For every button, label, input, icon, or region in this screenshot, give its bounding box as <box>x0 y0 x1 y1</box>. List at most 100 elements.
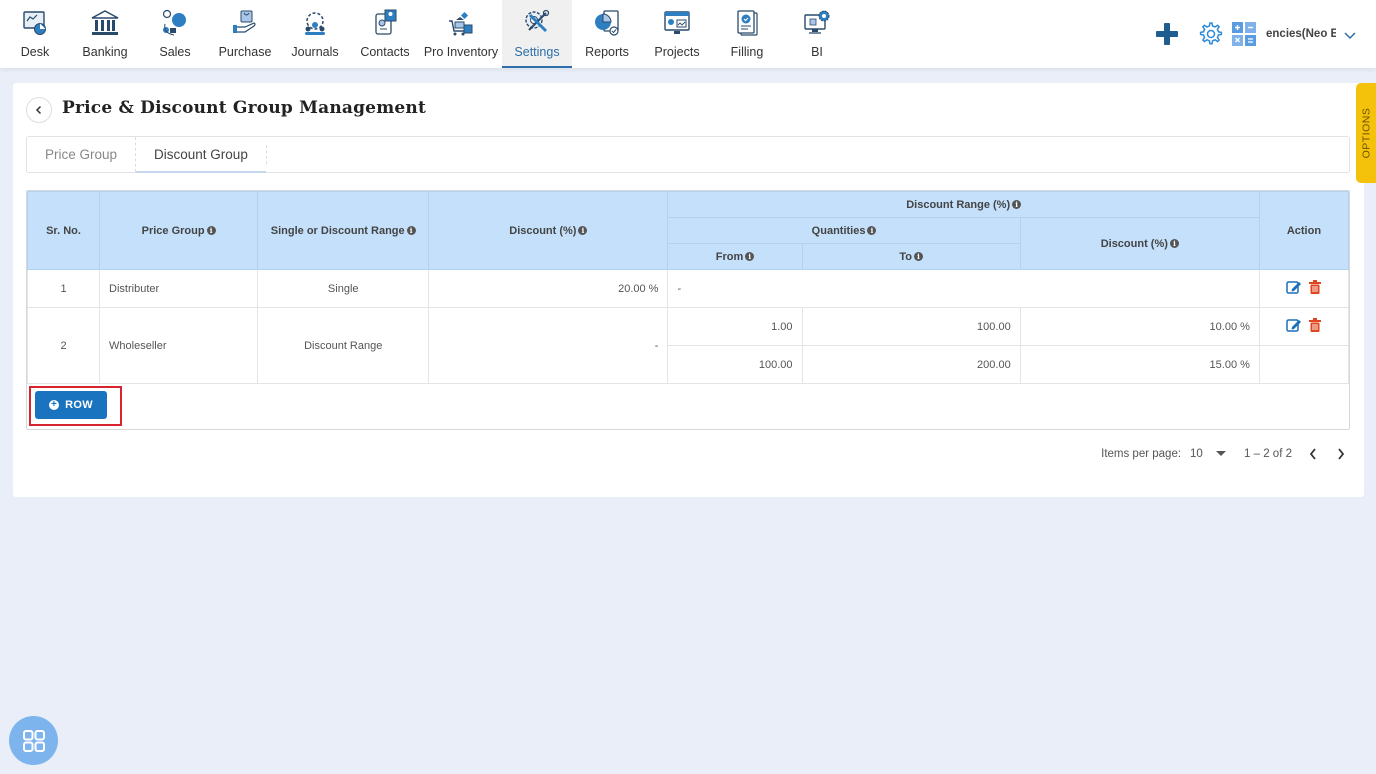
nav-item-reports[interactable]: Reports <box>572 0 642 68</box>
cell-discount: 20.00 % <box>428 269 669 308</box>
tab-discount-group[interactable]: Discount Group <box>135 137 266 173</box>
nav-label: Sales <box>159 45 191 59</box>
journals-icon <box>300 8 330 38</box>
main-card: Price & Discount Group Management Price … <box>13 83 1364 497</box>
apps-grid-button[interactable] <box>9 716 58 765</box>
cell-type: Discount Range <box>257 307 430 384</box>
nav-item-filling[interactable]: Filling <box>712 0 782 68</box>
calculator-icon <box>1232 22 1256 46</box>
cell-range-empty: - <box>667 269 1260 308</box>
previous-page-button[interactable] <box>1306 448 1320 460</box>
nav-label: Settings <box>514 45 560 59</box>
header-price-group: Price Group i <box>99 191 259 270</box>
grid-icon <box>22 729 45 752</box>
chevron-left-icon <box>35 105 42 115</box>
nav-item-pro-inventory[interactable]: Pro Inventory <box>420 0 502 68</box>
main-menu: Desk Banking Sales Purchase Journals Con… <box>0 0 852 68</box>
header-action: Action <box>1258 191 1349 270</box>
options-side-tab[interactable]: OPTIONS <box>1356 83 1376 183</box>
chevron-right-icon <box>1338 448 1345 460</box>
info-icon[interactable]: i <box>1169 239 1179 249</box>
page-range-label: 1 – 2 of 2 <box>1244 448 1292 460</box>
info-icon[interactable]: i <box>913 252 923 262</box>
chevron-down-icon[interactable] <box>1344 25 1358 44</box>
contacts-icon <box>370 8 400 38</box>
add-row-button[interactable]: + ROW <box>35 391 107 419</box>
cell-type: Single <box>257 269 430 308</box>
tab-divider <box>265 145 267 164</box>
chevron-left-icon <box>1309 448 1316 460</box>
nav-label: Purchase <box>218 45 272 59</box>
items-per-page-label: Items per page: <box>1101 448 1182 460</box>
settings-gear-button[interactable] <box>1196 20 1224 48</box>
table-row: 2 Wholeseller Discount Range - 1.00 100.… <box>27 307 1349 384</box>
paginator: Items per page: 10 1 – 2 of 2 <box>1101 448 1348 460</box>
gear-icon <box>1199 22 1223 45</box>
add-row-label: ROW <box>65 399 93 411</box>
nav-label: Banking <box>82 45 128 59</box>
tab-bar: Price Group Discount Group <box>26 136 1350 173</box>
reports-icon <box>592 8 622 38</box>
nav-item-sales[interactable]: Sales <box>140 0 210 68</box>
header-quantities: Quantities i <box>667 217 1021 244</box>
header-to: To i <box>801 243 1021 270</box>
info-icon[interactable]: i <box>1012 200 1022 210</box>
tab-price-group[interactable]: Price Group <box>27 137 135 172</box>
nav-label: Pro Inventory <box>423 45 499 59</box>
delete-icon[interactable] <box>1309 318 1322 335</box>
nav-right-actions: encies(Neo E <box>1152 0 1376 68</box>
caret-down-icon[interactable] <box>1216 451 1228 457</box>
nav-item-purchase[interactable]: Purchase <box>210 0 280 68</box>
settings-icon <box>522 8 552 38</box>
info-icon[interactable]: i <box>206 226 216 236</box>
nav-label: BI <box>811 45 823 59</box>
header-from: From i <box>667 243 803 270</box>
nav-item-settings[interactable]: Settings <box>502 0 572 68</box>
items-per-page-select[interactable]: 10 <box>1190 448 1212 460</box>
quick-add-button[interactable] <box>1152 19 1182 49</box>
info-icon[interactable]: i <box>578 226 588 236</box>
cell-price-group: Wholeseller <box>99 307 259 384</box>
cell-actions <box>1258 307 1349 346</box>
nav-label: Filling <box>730 45 764 59</box>
purchase-icon <box>230 8 260 38</box>
cell-from: 100.00 <box>667 345 803 384</box>
header-discount-range: Discount Range (%) i <box>667 191 1260 218</box>
cell-actions-empty <box>1258 345 1349 384</box>
cell-range-discount: 15.00 % <box>1019 345 1260 384</box>
header-range-discount: Discount (%) i <box>1019 217 1260 270</box>
cell-sr-no: 1 <box>27 269 101 308</box>
nav-item-desk[interactable]: Desk <box>0 0 70 68</box>
cell-price-group: Distributer <box>99 269 259 308</box>
cell-to: 100.00 <box>801 307 1021 346</box>
sales-icon <box>160 8 190 38</box>
nav-label: Reports <box>585 45 629 59</box>
cell-from: 1.00 <box>667 307 803 346</box>
edit-icon[interactable] <box>1286 280 1302 297</box>
info-icon[interactable]: i <box>745 252 755 262</box>
page-title: Price & Discount Group Management <box>62 98 427 118</box>
company-selector[interactable]: encies(Neo E <box>1266 28 1336 40</box>
cell-discount: - <box>428 307 669 384</box>
info-icon[interactable]: i <box>867 226 877 236</box>
nav-item-bi[interactable]: BI <box>782 0 852 68</box>
nav-label: Projects <box>654 45 700 59</box>
info-icon[interactable]: i <box>406 226 416 236</box>
nav-item-journals[interactable]: Journals <box>280 0 350 68</box>
nav-item-banking[interactable]: Banking <box>70 0 140 68</box>
cell-range-discount: 10.00 % <box>1019 307 1260 346</box>
cell-to: 200.00 <box>801 345 1021 384</box>
discount-group-table: Sr. No. Price Group i Single or Discount … <box>26 190 1350 430</box>
edit-icon[interactable] <box>1286 318 1302 335</box>
delete-icon[interactable] <box>1309 280 1322 297</box>
back-button[interactable] <box>26 97 52 123</box>
inventory-icon <box>446 8 476 38</box>
nav-item-projects[interactable]: Projects <box>642 0 712 68</box>
next-page-button[interactable] <box>1334 448 1348 460</box>
table-row: 1 Distributer Single 20.00 % - <box>27 269 1349 308</box>
header-sr-no: Sr. No. <box>27 191 101 270</box>
nav-label: Desk <box>20 45 50 59</box>
calculator-button[interactable] <box>1232 22 1256 46</box>
desk-icon <box>20 8 50 38</box>
nav-item-contacts[interactable]: Contacts <box>350 0 420 68</box>
